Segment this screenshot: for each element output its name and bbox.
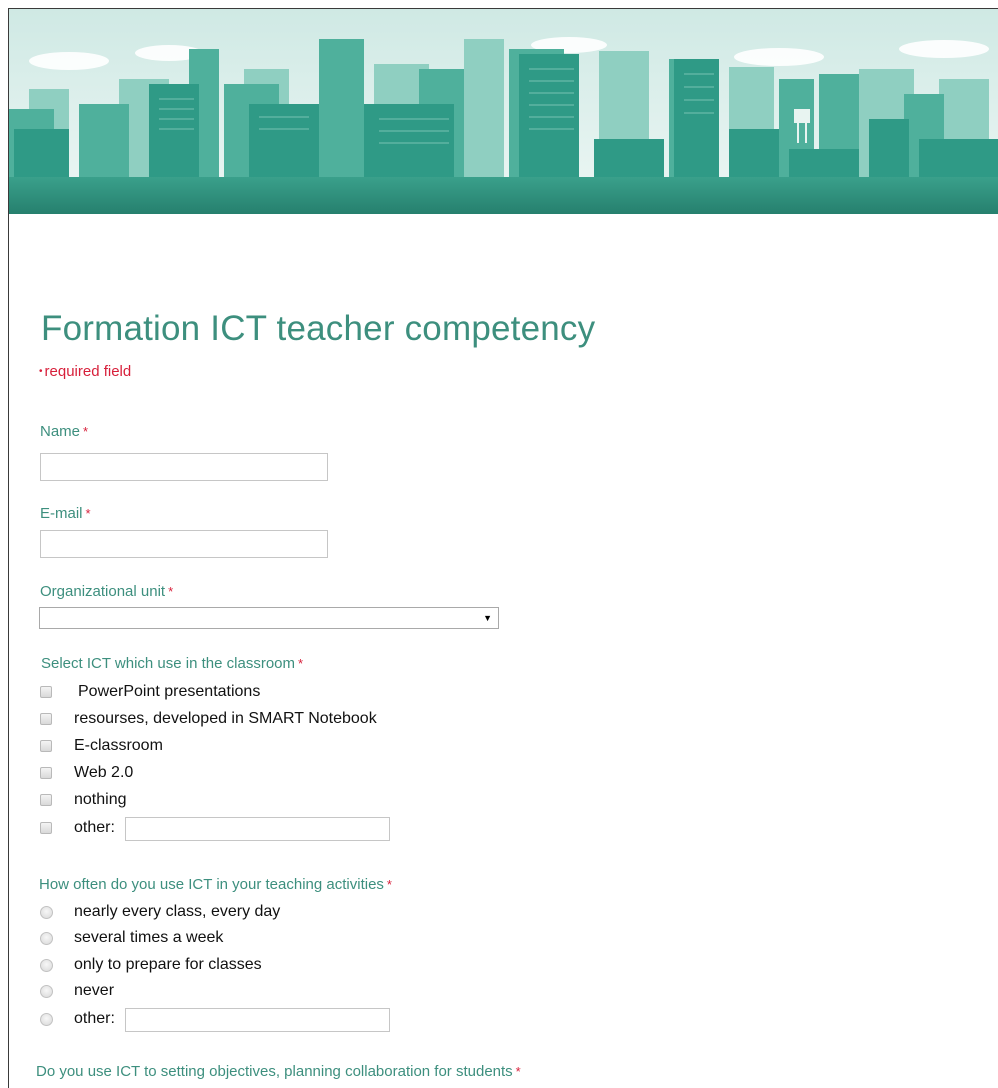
option-label: nothing	[74, 791, 127, 808]
name-label-text: Name	[40, 423, 81, 440]
checkbox[interactable]	[40, 767, 52, 779]
frequency-other-input[interactable]	[125, 1008, 390, 1032]
required-star: *	[298, 656, 304, 671]
org-unit-label: Organizational unit *	[40, 583, 173, 600]
ict-question-text: Select ICT which use in the classroom	[41, 655, 295, 672]
option-label: other:	[74, 819, 115, 836]
required-note-text: required field	[44, 363, 132, 380]
required-star: *	[168, 584, 174, 599]
option-label: E-classroom	[74, 737, 163, 754]
option-label: only to prepare for classes	[74, 956, 262, 973]
option-label: other:	[74, 1010, 115, 1027]
required-star: *	[515, 1064, 521, 1079]
ict-question-label: Select ICT which use in the classroom *	[41, 655, 303, 672]
ict-other-input[interactable]	[125, 817, 390, 841]
objectives-question-text: Do you use ICT to setting objectives, pl…	[36, 1063, 513, 1080]
name-input[interactable]	[40, 453, 328, 481]
checkbox[interactable]	[40, 686, 52, 698]
checkbox[interactable]	[40, 740, 52, 752]
radio-button[interactable]	[40, 1013, 53, 1026]
frequency-question-text: How often do you use ICT in your teachin…	[39, 876, 384, 893]
option-label: resourses, developed in SMART Notebook	[74, 710, 377, 727]
option-label: several times a week	[74, 929, 224, 946]
radio-button[interactable]	[40, 985, 53, 998]
objectives-question-label: Do you use ICT to setting objectives, pl…	[36, 1063, 521, 1080]
required-field-note: • required field	[39, 363, 131, 380]
org-unit-select[interactable]: ▼	[39, 607, 499, 629]
email-label-text: E-mail	[40, 505, 83, 522]
dropdown-arrow-icon: ▼	[483, 613, 492, 623]
frequency-question-label: How often do you use ICT in your teachin…	[39, 876, 392, 893]
email-label: E-mail *	[40, 505, 91, 522]
required-star: *	[83, 424, 89, 439]
city-banner-image	[9, 9, 998, 214]
required-dot: •	[39, 366, 43, 377]
radio-button[interactable]	[40, 932, 53, 945]
option-label: nearly every class, every day	[74, 903, 281, 920]
name-label: Name *	[40, 423, 88, 440]
radio-button[interactable]	[40, 959, 53, 972]
radio-button[interactable]	[40, 906, 53, 919]
form-frame: Formation ICT teacher competency • requir…	[8, 8, 998, 1088]
form-title: Formation ICT teacher competency	[41, 309, 596, 348]
org-unit-label-text: Organizational unit	[40, 583, 166, 600]
email-input[interactable]	[40, 530, 328, 558]
option-label: never	[74, 982, 115, 999]
option-label: PowerPoint presentations	[78, 683, 261, 700]
required-star: *	[85, 506, 91, 521]
checkbox[interactable]	[40, 822, 52, 834]
checkbox[interactable]	[40, 713, 52, 725]
checkbox[interactable]	[40, 794, 52, 806]
option-label: Web 2.0	[74, 764, 134, 781]
required-star: *	[386, 877, 392, 892]
